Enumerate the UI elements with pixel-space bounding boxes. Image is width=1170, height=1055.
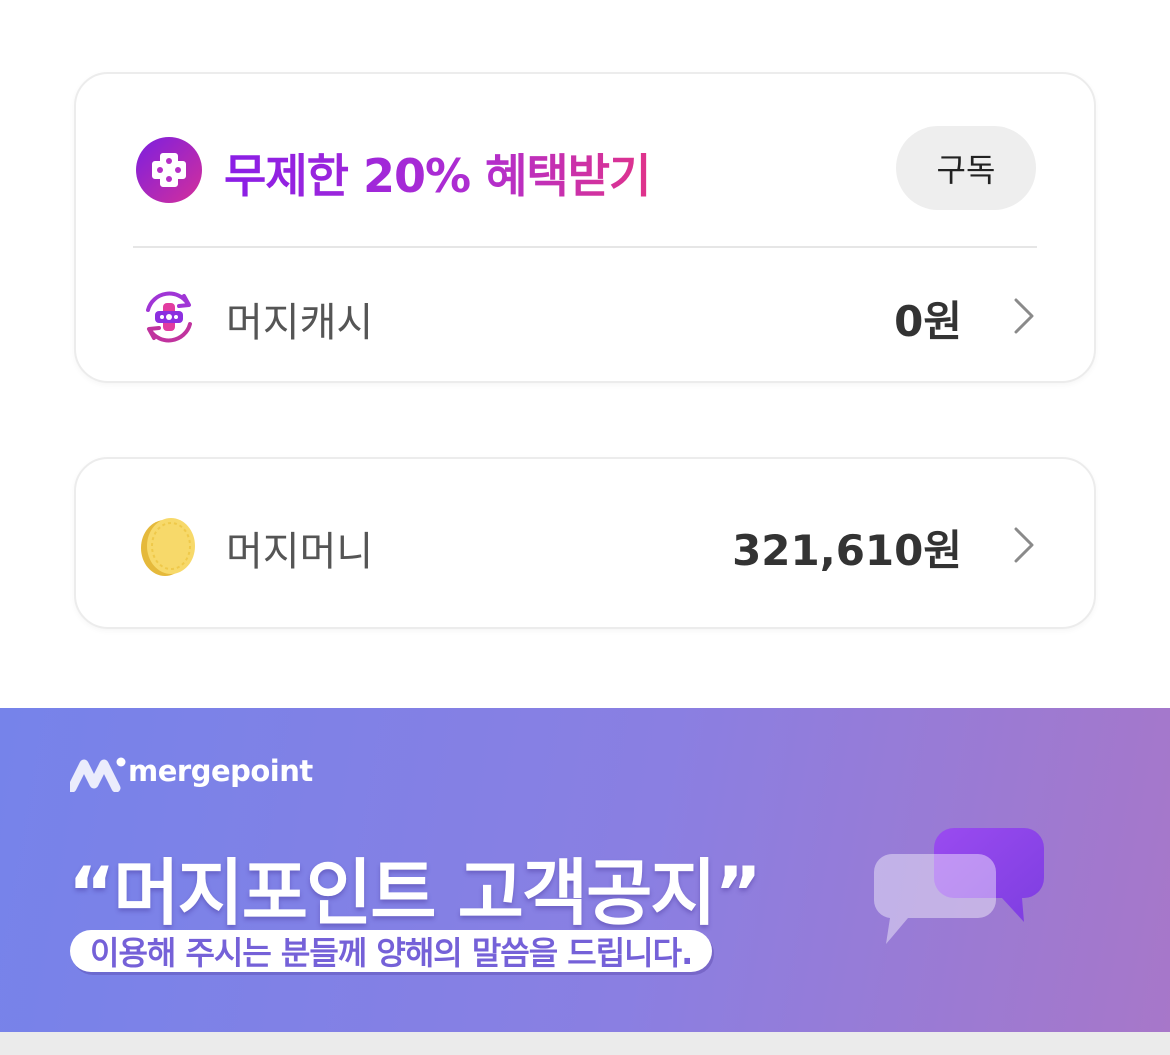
brand-name: mergepoint: [128, 754, 313, 788]
cash-label: 머지캐시: [226, 300, 374, 346]
money-card: 머지머니 321,610원: [74, 457, 1096, 629]
merge-plus-icon: [136, 137, 202, 203]
notice-banner[interactable]: mergepoint “머지포인트 고객공지” 이용해 주시는 분들께 양해의 …: [0, 708, 1170, 1032]
chevron-right-icon[interactable]: [1012, 296, 1036, 336]
money-value: 321,610원: [732, 526, 962, 575]
banner-subtitle: 이용해 주시는 분들께 양해의 말씀을 드립니다.: [90, 934, 693, 972]
promo-row: 무제한 20% 혜택받기 구독: [136, 126, 1036, 210]
cash-refresh-icon: [146, 291, 192, 343]
bottom-strip: [0, 1032, 1170, 1055]
money-row[interactable]: 머지머니 321,610원: [136, 505, 1036, 585]
cash-row[interactable]: 머지캐시 0원: [136, 276, 1036, 356]
cash-card: 무제한 20% 혜택받기 구독 머지캐시 0원: [74, 72, 1096, 383]
chevron-right-icon[interactable]: [1012, 525, 1036, 565]
banner-subtitle-pill: 이용해 주시는 분들께 양해의 말씀을 드립니다.: [70, 930, 713, 972]
subscribe-button[interactable]: 구독: [896, 126, 1036, 210]
banner-title: “머지포인트 고객공지”: [68, 851, 762, 935]
money-label: 머지머니: [226, 529, 374, 575]
coin-icon: [141, 518, 195, 576]
divider: [133, 246, 1037, 248]
chat-bubbles-icon: [873, 828, 1044, 944]
mergepoint-logo: [70, 757, 126, 792]
promo-title[interactable]: 무제한 20% 혜택받기: [224, 140, 651, 206]
cash-value: 0원: [894, 297, 962, 346]
